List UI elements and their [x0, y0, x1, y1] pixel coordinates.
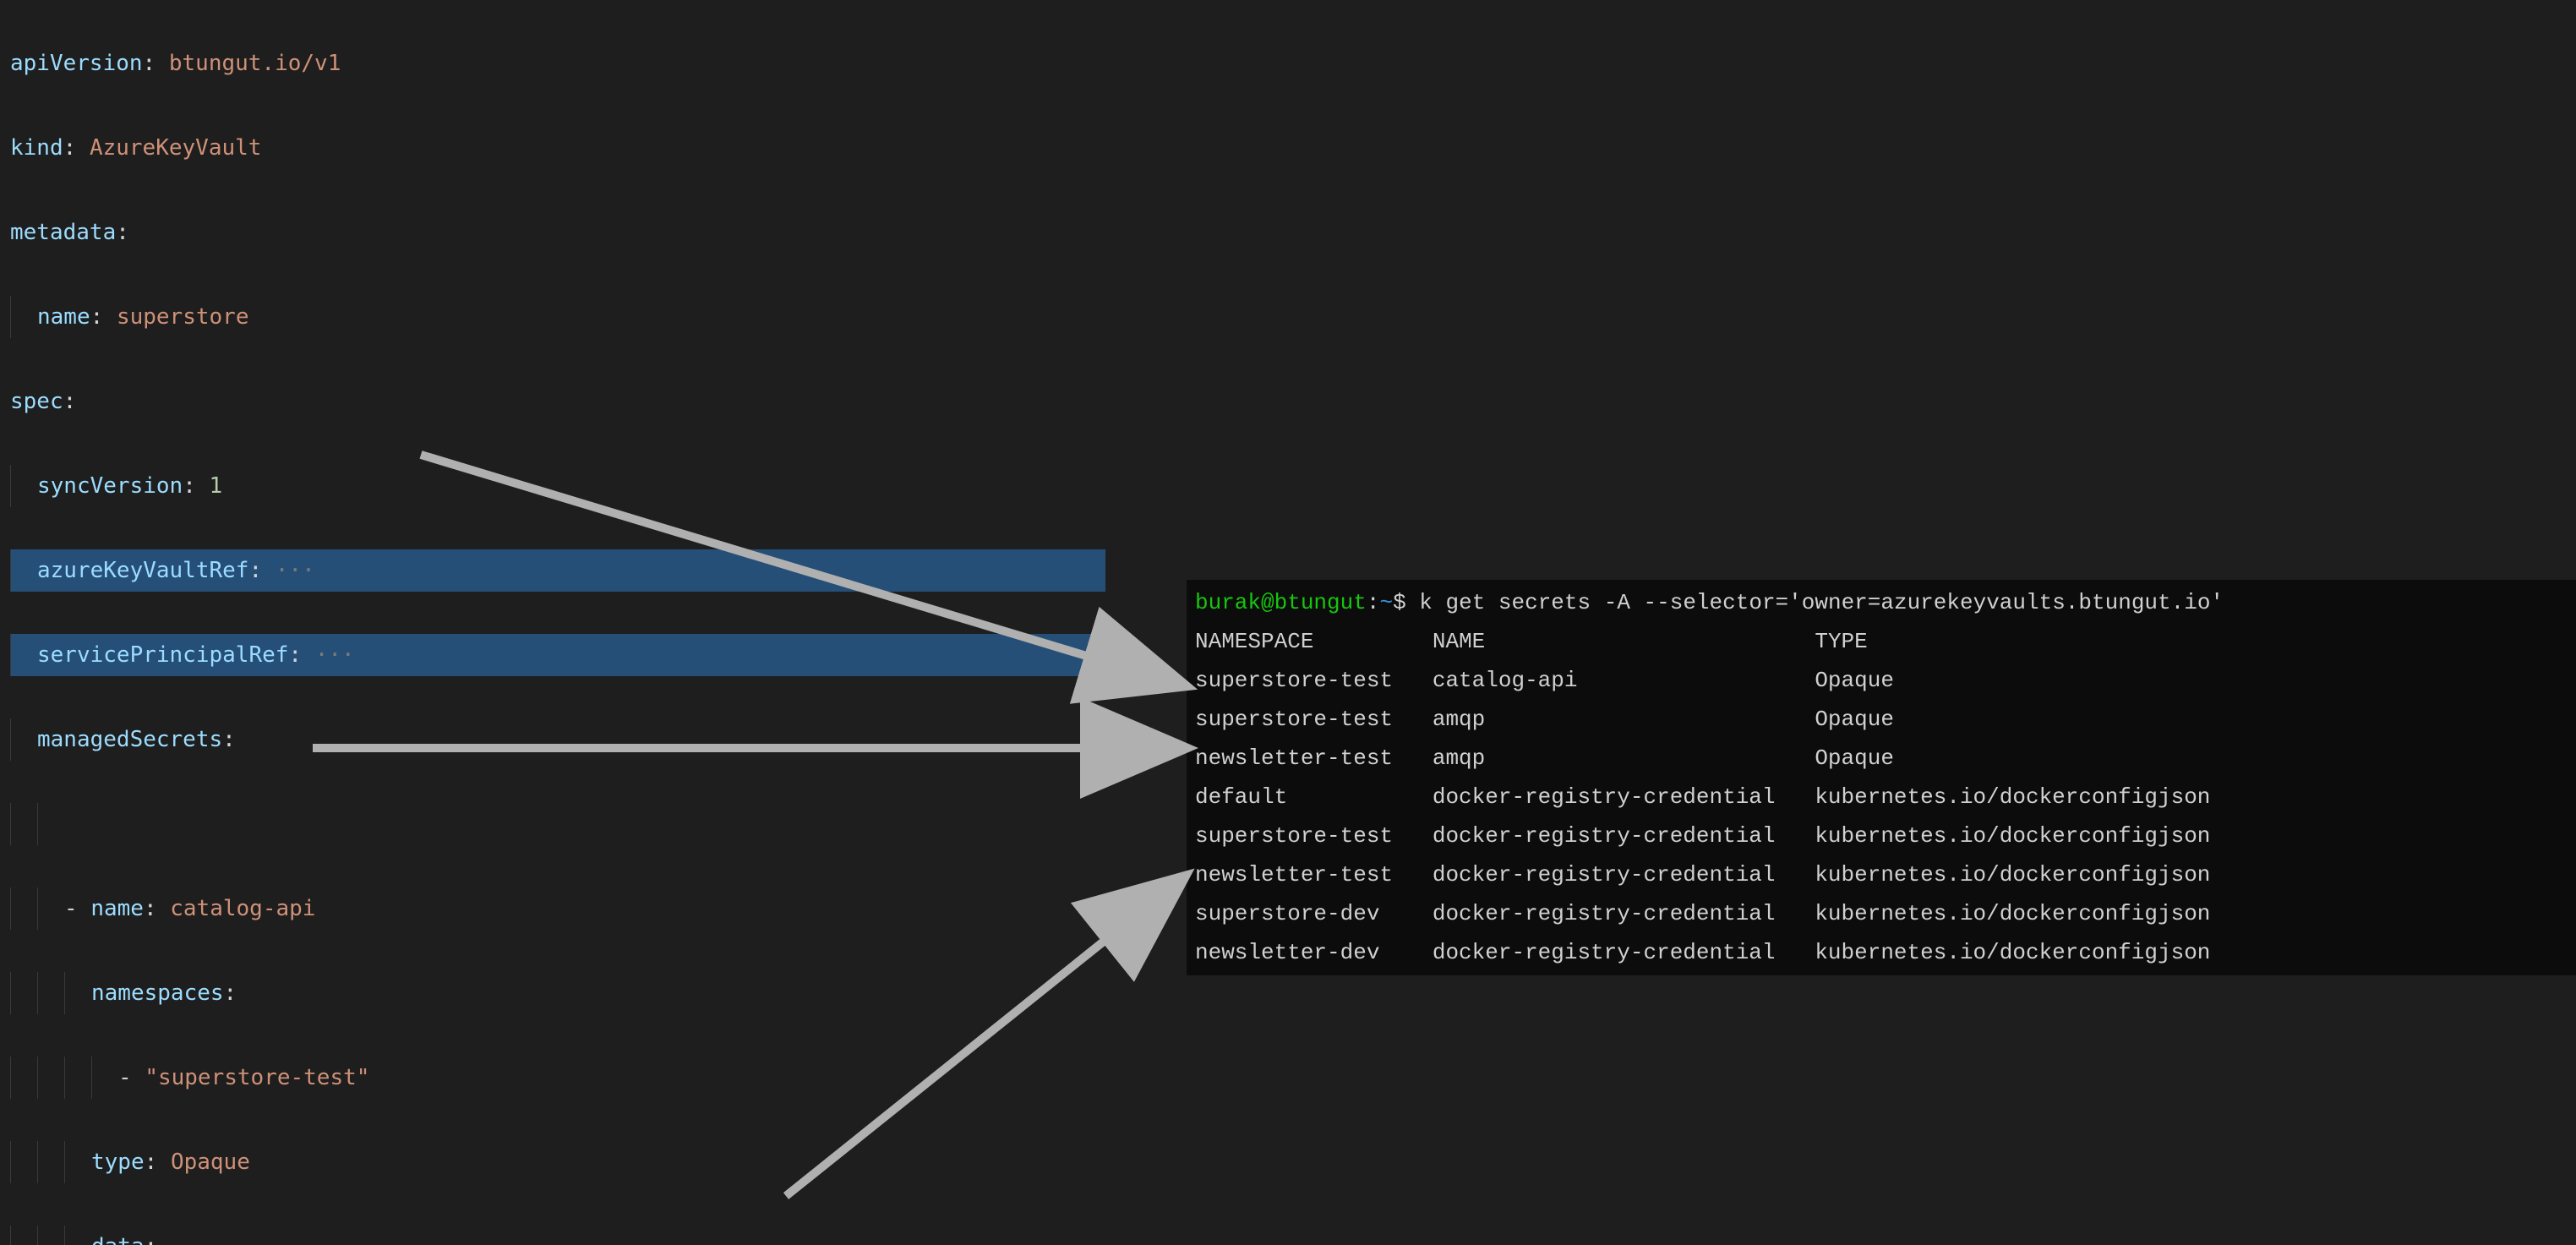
terminal-path: ~: [1379, 590, 1393, 615]
yaml-key: apiVersion: [10, 51, 143, 76]
yaml-line: namespaces:: [0, 972, 1124, 1014]
terminal-row: superstore-dev docker-registry-credentia…: [1195, 894, 2576, 933]
terminal-row: superstore-test docker-registry-credenti…: [1195, 816, 2576, 855]
yaml-editor: apiVersion: btungut.io/v1 kind: AzureKey…: [0, 0, 1124, 1245]
yaml-line: apiVersion: btungut.io/v1: [0, 42, 1124, 85]
col-name: NAME: [1433, 629, 1815, 654]
yaml-dash: -: [64, 896, 90, 921]
yaml-line: name: superstore: [0, 296, 1124, 338]
terminal-row: newsletter-test docker-registry-credenti…: [1195, 855, 2576, 894]
fold-marker[interactable]: ···: [262, 558, 315, 583]
fold-marker[interactable]: ···: [302, 642, 355, 668]
yaml-line-selected: azureKeyVaultRef: ···: [0, 549, 1124, 592]
yaml-value: btungut.io/v1: [169, 51, 341, 76]
yaml-line: data:: [0, 1226, 1124, 1245]
terminal-row: superstore-test amqp Opaque: [1195, 700, 2576, 739]
terminal-output: burak@btungut:~$ k get secrets -A --sele…: [1187, 580, 2576, 975]
col-type: TYPE: [1815, 629, 1867, 654]
yaml-line: - "superstore-test": [0, 1057, 1124, 1099]
yaml-line: - name: catalog-api: [0, 887, 1124, 930]
yaml-line: kind: AzureKeyVault: [0, 127, 1124, 169]
yaml-blank: [0, 803, 1124, 845]
yaml-line: type: Opaque: [0, 1141, 1124, 1183]
col-namespace: NAMESPACE: [1195, 629, 1433, 654]
yaml-line-selected: servicePrincipalRef: ···: [0, 634, 1124, 676]
terminal-header-row: NAMESPACE NAME TYPE: [1195, 622, 2576, 661]
terminal-user: burak@btungut: [1195, 590, 1367, 615]
terminal-row: newsletter-test amqp Opaque: [1195, 739, 2576, 778]
yaml-line: spec:: [0, 380, 1124, 423]
terminal-row: newsletter-dev docker-registry-credentia…: [1195, 933, 2576, 972]
terminal-prompt-line: burak@btungut:~$ k get secrets -A --sele…: [1195, 583, 2576, 622]
terminal-command: k get secrets -A --selector='owner=azure…: [1419, 590, 2224, 615]
yaml-line: managedSecrets:: [0, 718, 1124, 761]
yaml-line: syncVersion: 1: [0, 465, 1124, 507]
yaml-line: metadata:: [0, 211, 1124, 254]
terminal-row: superstore-test catalog-api Opaque: [1195, 661, 2576, 700]
terminal-row: default docker-registry-credential kuber…: [1195, 778, 2576, 816]
